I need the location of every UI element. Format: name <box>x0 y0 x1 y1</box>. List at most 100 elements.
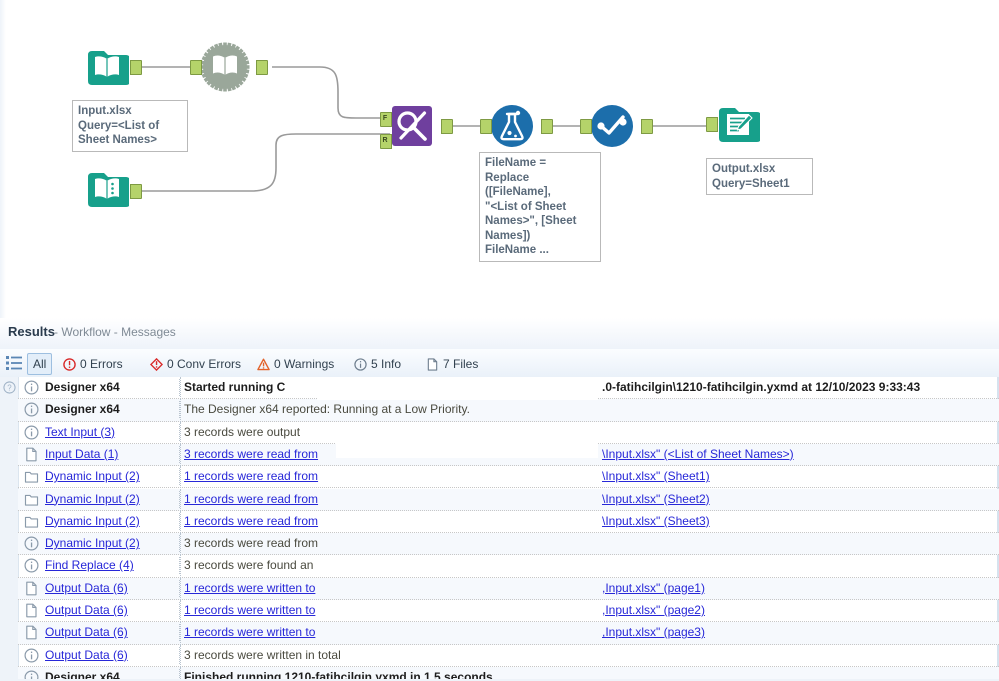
workflow-canvas[interactable]: F R Input.xlsx Query=<List of Sheet Name… <box>0 0 999 319</box>
row-message[interactable]: 1 records were read from <box>184 491 318 508</box>
cell-tool: Output Data (6) <box>45 602 180 619</box>
row-message[interactable]: 1 records were written to <box>184 624 315 641</box>
cell-tool: Dynamic Input (2) <box>45 535 180 553</box>
help-icon[interactable]: ? <box>3 381 16 394</box>
column-divider <box>180 644 182 667</box>
node-input-data-1[interactable] <box>85 45 129 89</box>
plug-input-find-replace-F[interactable] <box>380 112 392 127</box>
table-row[interactable]: Output Data (6) 1 records were written to… <box>18 600 999 623</box>
plug-input-select-6[interactable] <box>580 119 592 134</box>
plug-input-formula-5[interactable] <box>480 119 492 134</box>
table-row[interactable]: Dynamic Input (2) 1 records were read fro… <box>18 510 999 534</box>
column-divider <box>180 488 182 511</box>
plug-output-input-data-1[interactable] <box>130 60 142 75</box>
node-text-input-3[interactable] <box>85 167 129 211</box>
node-dynamic-input-2[interactable] <box>200 42 250 92</box>
row-tool-name[interactable]: Output Data (6) <box>45 581 128 595</box>
row-tool-name[interactable]: Find Replace (4) <box>45 558 134 572</box>
plug-output-formula-5[interactable] <box>541 119 553 134</box>
table-row[interactable]: Output Data (6) 3 records were written in… <box>18 644 999 667</box>
row-file-path[interactable]: ,Input.xlsx" (page2) <box>602 602 705 619</box>
plug-output-find-replace-4[interactable] <box>441 119 453 134</box>
select-check-icon <box>591 105 633 147</box>
row-message[interactable]: 1 records were written to <box>184 602 315 619</box>
filter-info[interactable]: 5 Info <box>348 353 407 375</box>
cell-tool: Designer x64 <box>45 401 180 419</box>
annotation-formula: FileName = Replace ([FileName], "<List o… <box>479 152 601 262</box>
file-icon <box>427 357 438 371</box>
row-message[interactable]: 1 records were read from <box>184 513 318 530</box>
filter-warnings[interactable]: 0 Warnings <box>251 353 340 375</box>
redaction-overlay <box>317 377 598 400</box>
row-tool-name[interactable]: Dynamic Input (2) <box>45 492 140 506</box>
table-row[interactable]: Dynamic Input (2) 3 records were read fro… <box>18 533 999 556</box>
row-tool-name[interactable]: Output Data (6) <box>45 625 128 639</box>
table-row[interactable]: Output Data (6) 1 records were written to… <box>18 577 999 600</box>
cell-tool: Output Data (6) <box>45 646 180 664</box>
row-tool-name[interactable]: Dynamic Input (2) <box>45 469 140 483</box>
node-formula-5[interactable] <box>490 104 534 148</box>
row-file-path[interactable]: \Input.xlsx" (<List of Sheet Names>) <box>602 446 794 463</box>
filter-all[interactable]: All <box>27 353 53 375</box>
row-message[interactable]: 1 records were read from <box>184 468 318 485</box>
row-file-path[interactable]: \Input.xlsx" (Sheet3) <box>602 513 710 530</box>
filter-files-label: 7 Files <box>443 357 479 371</box>
row-tool-name[interactable]: Output Data (6) <box>45 648 128 662</box>
column-divider <box>180 622 182 645</box>
row-tool-name: Designer x64 <box>45 380 120 394</box>
table-row[interactable]: Dynamic Input (2) 1 records were read fro… <box>18 466 999 489</box>
filter-files[interactable]: 7 Files <box>420 353 484 375</box>
file-icon <box>24 603 39 618</box>
error-icon <box>63 357 76 371</box>
node-find-replace-4[interactable] <box>390 104 434 148</box>
row-file-path[interactable]: \Input.xlsx" (Sheet1) <box>602 468 710 485</box>
plug-output-select-6[interactable] <box>641 119 653 134</box>
results-title: Results <box>8 324 55 339</box>
table-row[interactable]: Designer x64 The Designer x64 reported: R… <box>18 399 999 422</box>
row-file-path: .0-fatihcilgin\1210-fatihcilgin.yxmd at … <box>602 380 921 394</box>
results-filter-toolbar: All 0 Errors 0 Conv Errors 0 Warnings 5 … <box>0 349 999 378</box>
column-divider <box>180 466 182 489</box>
results-titlebar: Results - Workflow - Messages <box>0 318 999 350</box>
filter-info-label: 5 Info <box>371 357 402 371</box>
filter-errors[interactable]: 0 Errors <box>57 353 129 375</box>
table-row[interactable]: Find Replace (4) 3 records were found an <box>18 555 999 578</box>
node-output-data-6[interactable] <box>716 102 760 146</box>
node-select-6[interactable] <box>590 104 634 148</box>
info-icon <box>24 648 39 663</box>
plug-input-dynamic-input-2[interactable] <box>190 60 202 75</box>
column-divider <box>180 577 182 600</box>
plug-input-output-data-6[interactable] <box>706 117 718 132</box>
cell-tool: Input Data (1) <box>45 445 180 463</box>
row-tool-name[interactable]: Output Data (6) <box>45 603 128 617</box>
row-tool-name[interactable]: Dynamic Input (2) <box>45 514 140 528</box>
row-tool-name[interactable]: Input Data (1) <box>45 447 118 461</box>
row-tool-name[interactable]: Text Input (3) <box>45 425 115 439</box>
cell-tool: Output Data (6) <box>45 579 180 597</box>
filter-all-label: All <box>33 357 47 371</box>
message-column-blank-area <box>336 436 598 458</box>
filter-conv-errors[interactable]: 0 Conv Errors <box>144 353 247 375</box>
column-divider <box>180 377 182 400</box>
cell-tool: Find Replace (4) <box>45 557 180 575</box>
cell-tool: Dynamic Input (2) <box>45 512 180 530</box>
row-file-path[interactable]: ,Input.xlsx" (page3) <box>602 624 705 641</box>
row-file-path[interactable]: ,Input.xlsx" (page1) <box>602 580 705 597</box>
results-grid-gutter: ? <box>0 377 19 681</box>
row-message[interactable]: 3 records were read from <box>184 446 318 463</box>
row-message[interactable]: 1 records were written to <box>184 580 315 597</box>
plug-input-find-replace-R[interactable] <box>380 134 392 149</box>
column-divider <box>180 600 182 623</box>
table-row[interactable]: Dynamic Input (2) 1 records were read fro… <box>18 488 999 511</box>
file-icon <box>24 447 39 462</box>
table-row[interactable]: Output Data (6) 1 records were written to… <box>18 622 999 645</box>
results-message-grid[interactable]: ? Designer x64 Started running C .0-fatihc… <box>0 377 999 681</box>
row-file-path[interactable]: \Input.xlsx" (Sheet2) <box>602 491 710 508</box>
plug-output-dynamic-input-2[interactable] <box>256 60 268 75</box>
row-tool-name[interactable]: Dynamic Input (2) <box>45 536 140 550</box>
list-view-icon[interactable] <box>6 355 22 371</box>
column-divider <box>180 510 182 534</box>
find-replace-icon <box>392 106 432 146</box>
input-data-icon <box>88 51 129 85</box>
plug-output-text-input-3[interactable] <box>130 184 142 199</box>
